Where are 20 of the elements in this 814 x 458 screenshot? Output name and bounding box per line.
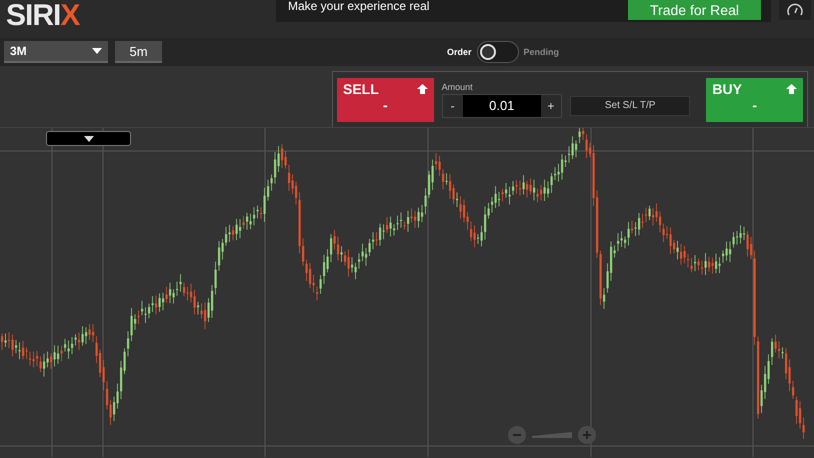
arrow-up-icon (786, 84, 798, 94)
arrow-up-icon (416, 84, 428, 94)
trade-for-real-button[interactable]: Trade for Real (628, 0, 761, 20)
sell-button[interactable]: SELL - (337, 78, 434, 122)
amount-label: Amount (442, 82, 474, 92)
promo-text: Make your experience real (288, 0, 430, 12)
order-pending-toggle[interactable] (476, 41, 519, 63)
period-dropdown[interactable]: 3M (4, 41, 108, 63)
interval-button[interactable]: 5m (115, 41, 162, 63)
zoom-slider-icon[interactable] (532, 432, 572, 438)
sltp-button[interactable]: Set S/L T/P (570, 96, 690, 116)
order-label: Order (447, 47, 472, 57)
decrement-button[interactable]: - (442, 94, 463, 116)
increment-button[interactable]: + (540, 94, 561, 116)
caret-icon (84, 136, 94, 142)
logo: SIRIX (5, 0, 81, 30)
pending-label: Pending (524, 47, 560, 57)
caret-icon (92, 48, 102, 54)
gauge-icon[interactable] (779, 0, 811, 20)
marker-handle[interactable] (46, 131, 131, 146)
